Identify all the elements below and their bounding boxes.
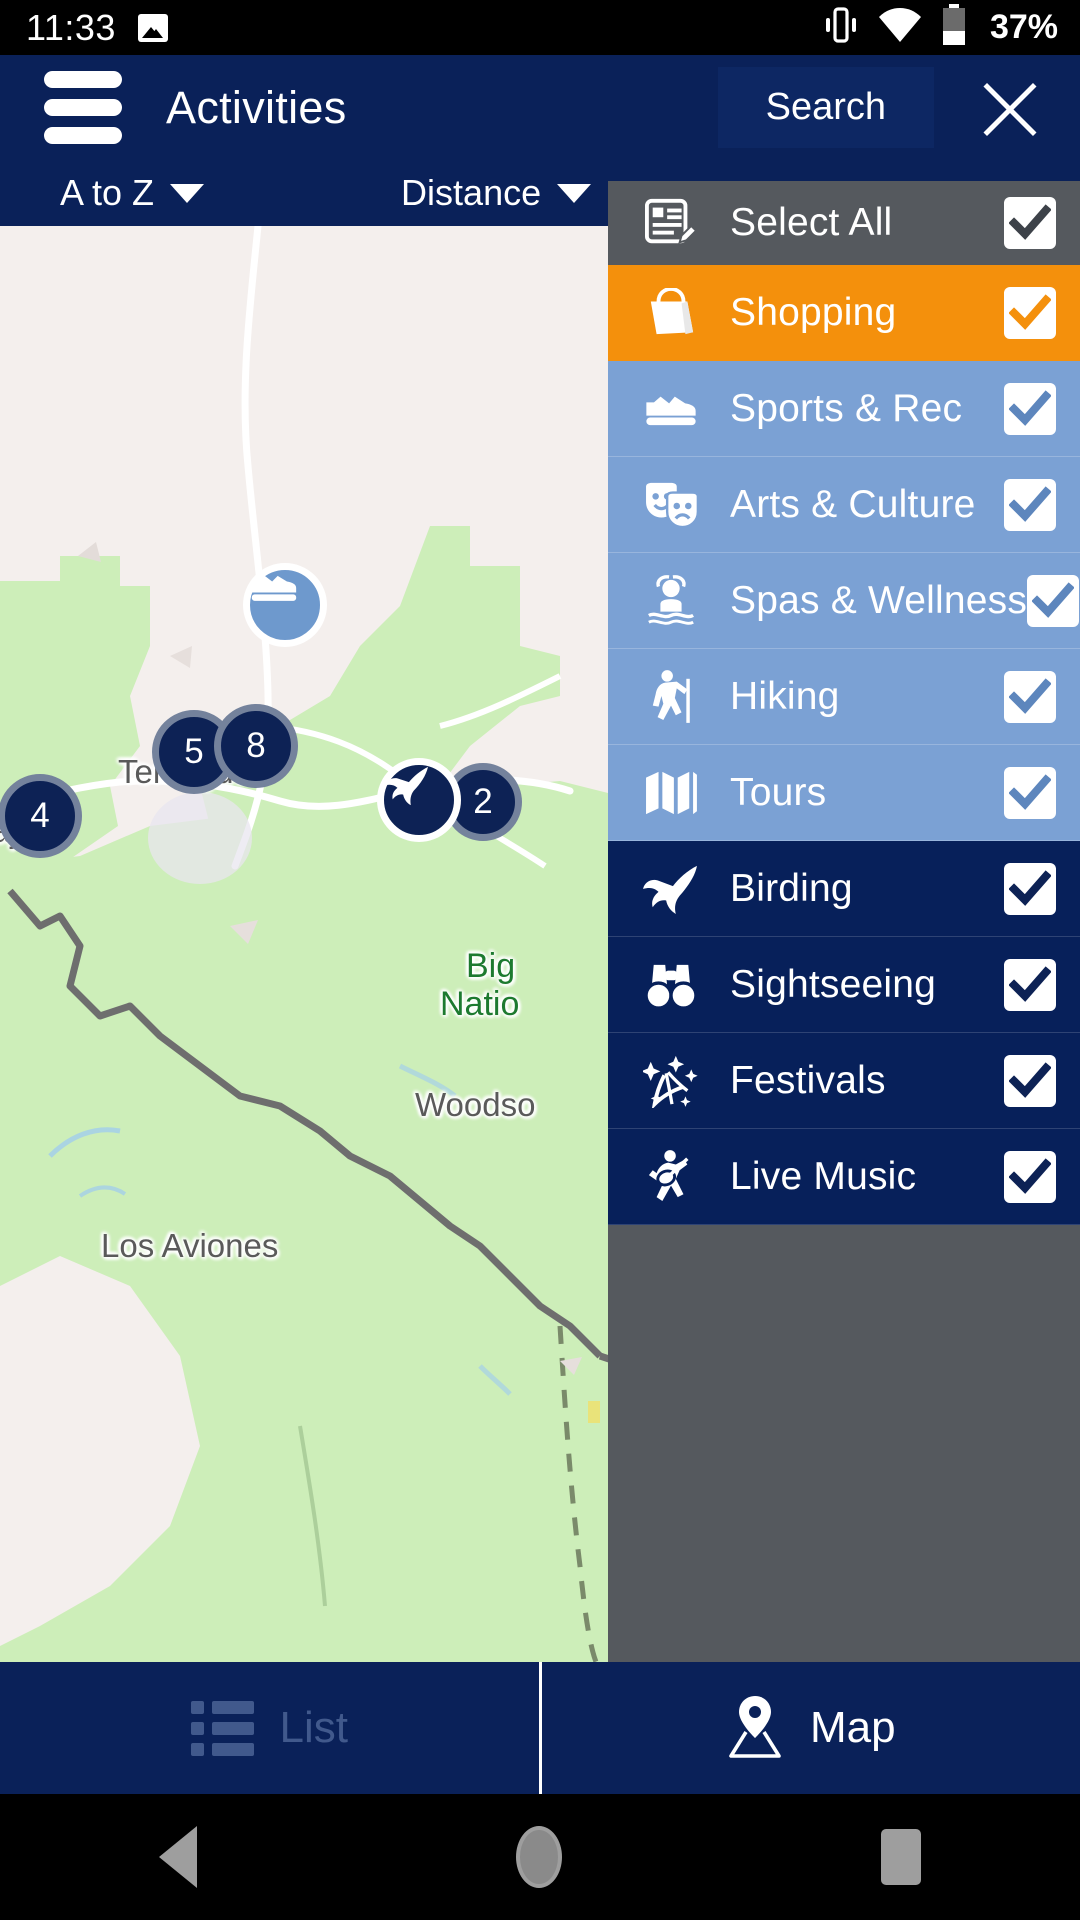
filter-checkbox[interactable] [1004,863,1056,915]
list-icon [190,1700,254,1756]
search-button[interactable]: Search [717,67,934,148]
chevron-down-icon [557,183,592,203]
theater-masks-icon [634,481,708,529]
filter-checkbox[interactable] [1004,383,1056,435]
shopping-bag-icon [634,288,708,338]
filter-row-arts-culture[interactable]: Arts & Culture [608,457,1080,553]
filter-checkbox[interactable] [1027,575,1080,627]
guitarist-icon [634,1149,708,1205]
tab-list[interactable]: List [0,1662,539,1794]
back-triangle-icon[interactable] [159,1826,198,1888]
filter-checkbox[interactable] [1004,479,1056,531]
filter-row-festivals[interactable]: Festivals [608,1033,1080,1129]
filter-row-hiking[interactable]: Hiking [608,649,1080,745]
map-label-woodson: Woodso [415,1086,536,1123]
binoculars-icon [634,961,708,1009]
filter-label: Select All [730,201,893,244]
filter-row-sports-rec[interactable]: Sports & Rec [608,361,1080,457]
chevron-down-icon [170,183,205,203]
phone-screen: 11:33 37% Activities Search A to Z Dista… [0,0,1080,1920]
filter-label: Sports & Rec [730,387,963,430]
tab-list-label: List [279,1703,348,1752]
bottom-tab-bar: List Map [0,1662,1080,1794]
hiker-icon [634,669,708,725]
filter-checkbox[interactable] [1004,1151,1056,1203]
status-system-icons: 37% [824,4,1058,51]
filter-checkbox[interactable] [1004,287,1056,339]
wifi-icon [878,8,922,47]
filter-checkbox[interactable] [1004,767,1056,819]
filter-checkbox[interactable] [1004,959,1056,1011]
sort-alpha-label: A to Z [60,172,155,213]
filter-row-sightseeing[interactable]: Sightseeing [608,937,1080,1033]
sort-distance-dropdown[interactable]: Distance [401,172,592,214]
map-label-park-line2: Natio [440,985,520,1023]
filter-label: Spas & Wellness [730,579,1028,622]
filter-checkbox[interactable] [1004,671,1056,723]
filter-row-shopping[interactable]: Shopping [608,265,1080,361]
map-cluster-marker[interactable]: 8 [214,704,298,788]
status-notification-icons [137,13,168,42]
list-edit-icon [634,197,708,249]
map-pin-icon [726,1694,784,1763]
battery-percent: 37% [989,8,1058,46]
filter-label: Birding [730,867,853,910]
vibrate-icon [824,5,858,50]
map-marker-birding[interactable] [377,758,461,842]
filter-label: Festivals [730,1059,886,1102]
tab-map-label: Map [809,1703,896,1752]
folded-map-icon [634,769,708,817]
sort-alpha-dropdown[interactable]: A to Z [60,172,205,214]
sort-distance-label: Distance [401,172,542,213]
close-icon[interactable] [962,60,1058,156]
sports-shoe-icon [634,391,708,427]
filter-checkbox[interactable] [1004,197,1056,249]
birding-icon [634,864,708,914]
page-title: Activities [166,81,347,133]
map-label-park-line1: Big [466,947,516,985]
map-marker-sports[interactable] [243,563,327,647]
category-filter-panel: Select All Shopping Sports & Rec Arts & … [608,181,1080,1662]
filter-row-select-all[interactable]: Select All [608,181,1080,265]
filter-label: Live Music [730,1155,917,1198]
map-label-los-aviones: Los Aviones [101,1227,279,1264]
filter-row-spas-wellness[interactable]: Spas & Wellness [608,553,1080,649]
hamburger-menu-icon[interactable] [44,71,122,144]
tab-map[interactable]: Map [542,1662,1080,1794]
filter-label: Sightseeing [730,963,937,1006]
map-cluster-marker[interactable]: 4 [0,774,82,858]
filter-row-birding[interactable]: Birding [608,841,1080,937]
spa-icon [634,575,708,627]
filter-label: Tours [730,771,827,814]
android-nav-bar [0,1794,1080,1920]
home-circle-icon[interactable] [515,1826,562,1888]
filter-label: Shopping [730,291,897,334]
image-icon [137,13,168,42]
status-time: 11:33 [26,6,116,48]
recent-square-icon[interactable] [880,1829,921,1885]
filter-checkbox[interactable] [1004,1055,1056,1107]
battery-icon [942,4,966,51]
filter-row-live-music[interactable]: Live Music [608,1129,1080,1225]
fireworks-icon [634,1054,708,1108]
filter-row-tours[interactable]: Tours [608,745,1080,841]
app-bar: Activities Search [0,55,1080,160]
filter-label: Hiking [730,675,840,718]
status-bar: 11:33 37% [0,0,1080,55]
filter-label: Arts & Culture [730,483,976,526]
